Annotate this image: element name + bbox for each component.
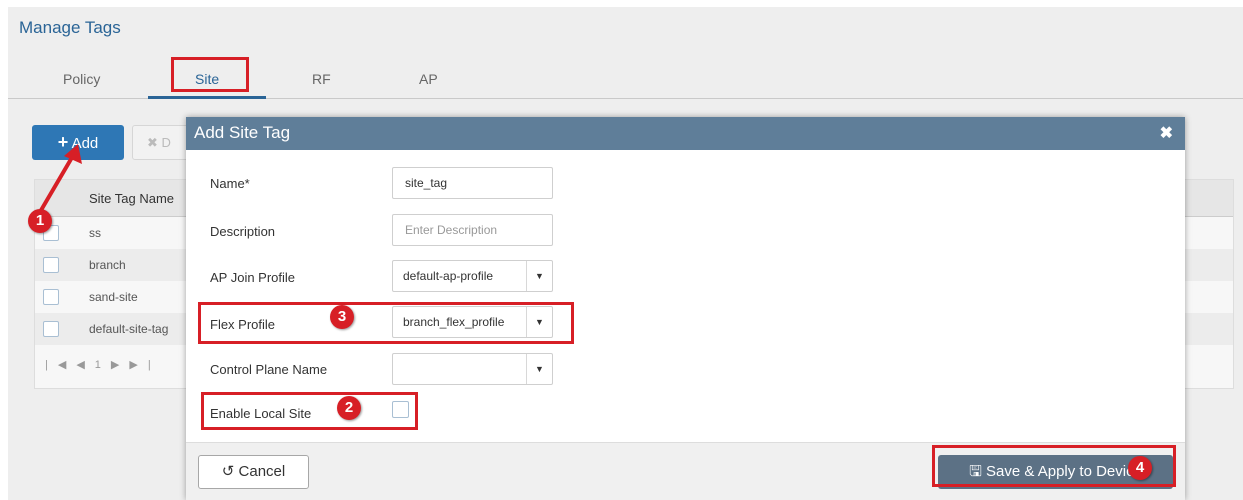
pagination: |◀◀1▶▶| bbox=[45, 358, 161, 371]
annotation-highlight-local-site bbox=[201, 392, 418, 430]
name-label: Name* bbox=[210, 176, 250, 191]
first-page-icon[interactable]: |◀ bbox=[45, 359, 76, 371]
delete-button-label: D bbox=[161, 135, 171, 150]
dialog-title: Add Site Tag bbox=[194, 123, 291, 142]
cancel-button-label: Cancel bbox=[238, 463, 286, 480]
description-label: Description bbox=[210, 224, 276, 239]
column-header-site-tag-name[interactable]: Site Tag Name bbox=[89, 191, 174, 206]
row-checkbox[interactable] bbox=[43, 257, 59, 273]
annotation-highlight-flex-profile bbox=[198, 302, 574, 344]
annotation-marker: 1 bbox=[28, 209, 52, 233]
row-checkbox[interactable] bbox=[43, 289, 59, 305]
name-field[interactable]: site_tag bbox=[392, 167, 553, 199]
ap-join-profile-select[interactable]: default-ap-profile ▼ bbox=[392, 260, 553, 292]
chevron-down-icon[interactable]: ▼ bbox=[526, 261, 552, 291]
page-title: Manage Tags bbox=[19, 18, 121, 37]
annotation-marker: 3 bbox=[330, 305, 354, 329]
annotation-highlight-site-tab bbox=[171, 57, 249, 92]
site-tag-name: branch bbox=[89, 258, 126, 272]
active-tab-indicator bbox=[148, 96, 266, 99]
undo-icon: ↺ bbox=[221, 463, 235, 480]
row-checkbox[interactable] bbox=[43, 321, 59, 337]
prev-page-icon[interactable]: ◀ bbox=[76, 359, 94, 371]
close-icon[interactable]: ✖ bbox=[1160, 123, 1173, 143]
annotation-marker: 2 bbox=[337, 396, 361, 420]
page-number[interactable]: 1 bbox=[95, 359, 111, 371]
control-plane-select[interactable]: ▼ bbox=[392, 353, 553, 385]
annotation-marker: 4 bbox=[1128, 456, 1152, 480]
last-page-icon[interactable]: ▶| bbox=[129, 359, 160, 371]
tab-ap[interactable]: AP bbox=[419, 71, 438, 87]
ap-join-profile-label: AP Join Profile bbox=[210, 270, 296, 285]
cancel-button[interactable]: ↺ Cancel bbox=[198, 455, 309, 489]
description-field[interactable]: Enter Description bbox=[392, 214, 553, 246]
ap-join-profile-value: default-ap-profile bbox=[403, 269, 494, 283]
chevron-down-icon[interactable]: ▼ bbox=[526, 354, 552, 384]
next-page-icon[interactable]: ▶ bbox=[111, 359, 129, 371]
site-tag-name: default-site-tag bbox=[89, 322, 169, 336]
tab-policy[interactable]: Policy bbox=[63, 71, 100, 87]
site-tag-name: sand-site bbox=[89, 290, 138, 304]
close-icon: ✖ bbox=[147, 135, 158, 150]
control-plane-label: Control Plane Name bbox=[210, 362, 328, 377]
dialog-header: Add Site Tag ✖ bbox=[186, 117, 1185, 150]
tab-rf[interactable]: RF bbox=[312, 71, 331, 87]
